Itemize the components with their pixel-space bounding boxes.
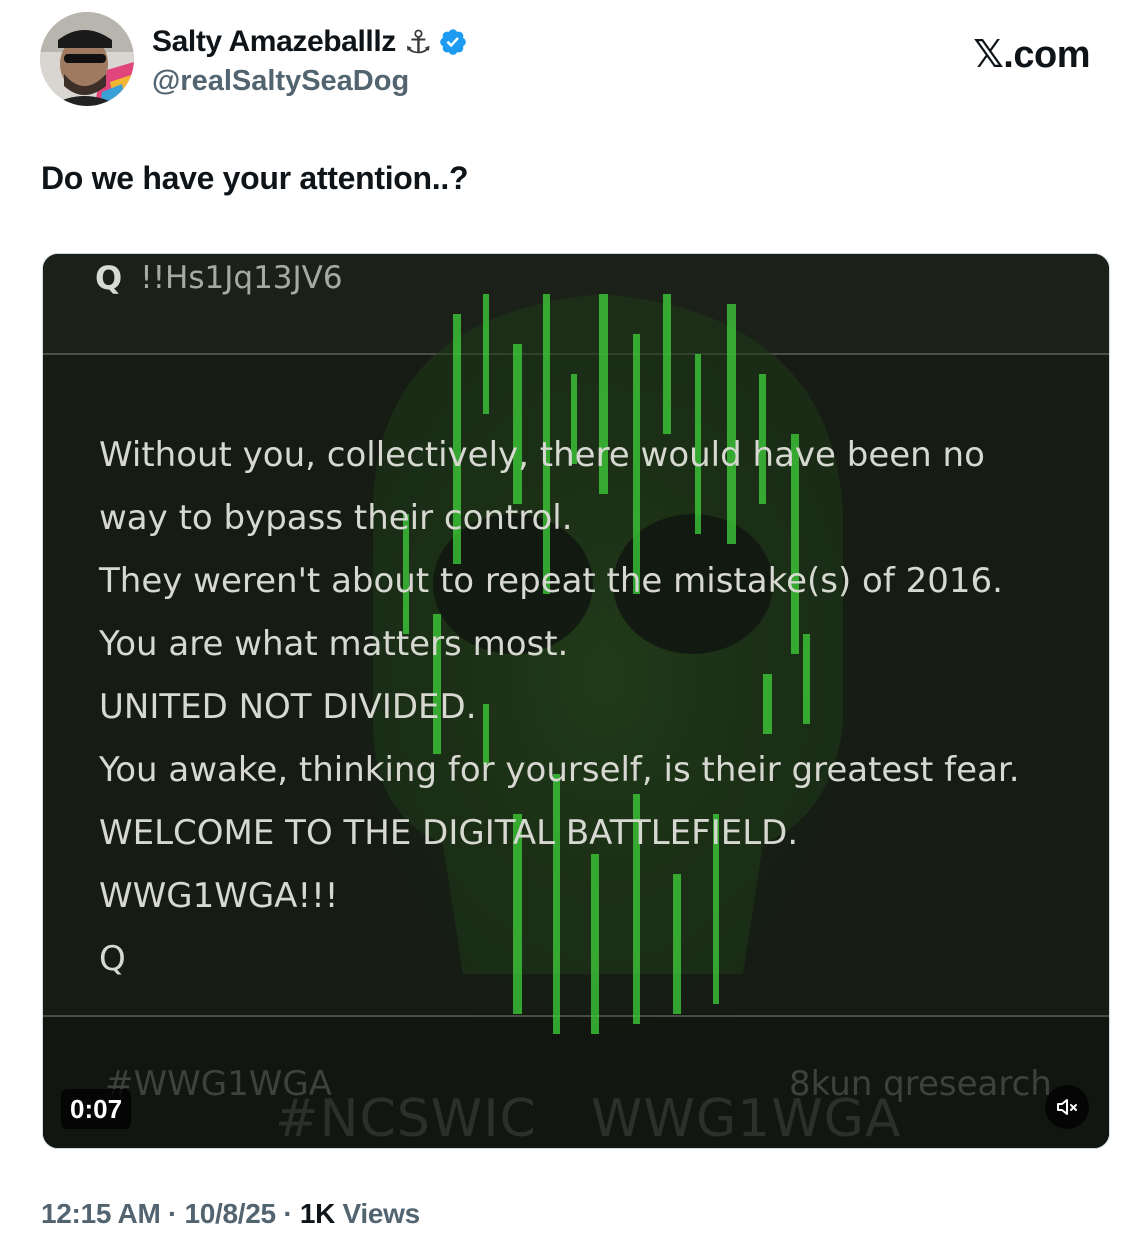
meta-separator: · [167,1198,178,1229]
mute-button[interactable] [1045,1085,1089,1129]
post-line: You are what matters most. [99,624,569,664]
q-post-header: Q !!Hs1Jq13JV6 [95,256,343,300]
x-brand-logo: 𝕏.com [973,34,1090,76]
post-line: way to bypass their control. [99,498,573,538]
tweet-date[interactable]: 10/8/25 [185,1198,277,1229]
post-line: Q [99,939,126,979]
q-post-marker: Q [95,259,123,297]
post-line: They weren't about to repeat the mistake… [99,561,1003,601]
tweet-text: Do we have your attention..? [41,160,469,196]
watermark-source: 8kun qresearch [789,1064,1052,1104]
author-handle[interactable]: @realSaltySeaDog [152,62,468,100]
verified-badge-icon [440,29,466,55]
q-tripcode: !!Hs1Jq13JV6 [140,260,343,296]
speaker-muted-icon [1057,1099,1077,1115]
tweet-metadata: 12:15 AM · 10/8/25 · 1K Views [41,1198,420,1230]
views-count: 1K [299,1198,336,1229]
post-line: WWG1WGA!!! [99,876,339,916]
post-line: Without you, collectively, there would h… [99,435,985,475]
views-label: Views [342,1198,421,1229]
video-player[interactable]: Q !!Hs1Jq13JV6 Without you, collectively… [42,253,1110,1149]
watermark-ncswic: #NCSWIC [275,1089,537,1149]
author-name-row[interactable]: Salty Amazeballlz ⚓ [152,24,468,60]
anchor-emoji: ⚓ [403,23,433,61]
post-line: WELCOME TO THE DIGITAL BATTLEFIELD. [99,813,799,853]
tweet-header: Salty Amazeballlz ⚓ @realSaltySeaDog 𝕏.c… [40,12,1110,112]
meta-separator: · [283,1198,293,1229]
video-duration-badge: 0:07 [61,1089,132,1129]
author-display-name[interactable]: Salty Amazeballlz [152,24,396,60]
avatar-image [40,12,134,106]
author-info: Salty Amazeballlz ⚓ @realSaltySeaDog [152,24,468,100]
tweet-time[interactable]: 12:15 AM [41,1198,161,1229]
post-line: UNITED NOT DIVIDED. [99,687,477,727]
avatar[interactable] [40,12,134,106]
post-line: You awake, thinking for yourself, is the… [99,750,1020,790]
